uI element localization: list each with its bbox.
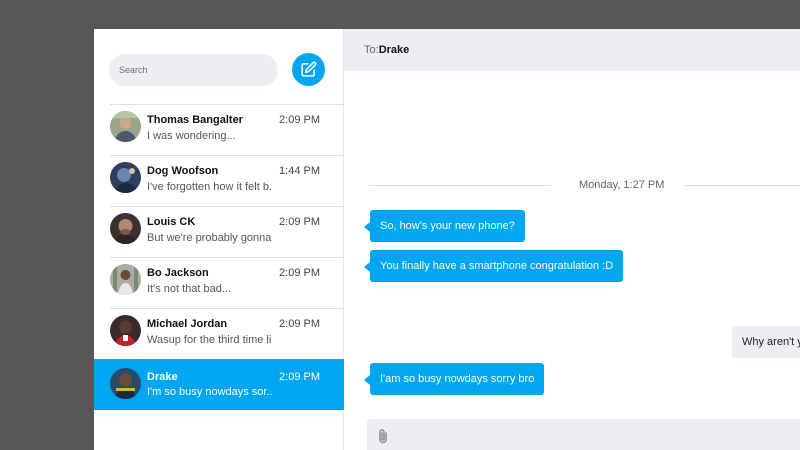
message-bubble-incoming: You finally have a smartphone congratula… xyxy=(363,250,624,282)
message-time: 2:09 PM xyxy=(279,114,320,126)
message-preview: It's not that bad... xyxy=(147,283,232,295)
avatar xyxy=(110,315,141,346)
message-time: 2:09 PM xyxy=(279,318,320,330)
messenger-window: Thomas Bangalter 2:09 PM I was wondering… xyxy=(94,29,800,450)
message-time: 2:09 PM xyxy=(279,216,320,228)
recipient-line: To:Drake xyxy=(364,44,409,56)
message-preview: I'm so busy nowdays sor... xyxy=(147,386,272,398)
conversation-item[interactable]: Louis CK 2:09 PM But we're probably gonn… xyxy=(110,206,344,257)
to-label: To: xyxy=(364,44,379,56)
conversation-item[interactable]: Michael Jordan 2:09 PM Wasup for the thi… xyxy=(110,308,344,359)
recipient-name[interactable]: Drake xyxy=(379,44,410,56)
contact-name: Dog Woofson xyxy=(147,165,219,177)
avatar xyxy=(110,368,141,399)
paperclip-icon xyxy=(379,429,387,444)
message-preview: I was wondering... xyxy=(147,130,236,142)
date-label: Monday, 1:27 PM xyxy=(579,179,665,191)
message-time: 2:09 PM xyxy=(279,371,320,383)
search-row xyxy=(109,53,329,87)
divider-line xyxy=(684,185,800,186)
chat-panel: To:Drake Monday, 1:27 PM So, how's your … xyxy=(344,29,800,450)
conversation-item[interactable]: Bo Jackson 2:09 PM It's not that bad... xyxy=(110,257,344,308)
message-bubble-incoming: I'am so busy nowdays sorry bro xyxy=(363,363,545,395)
avatar xyxy=(110,264,141,295)
message-preview: But we're probably gonna... xyxy=(147,232,272,244)
message-bubble-incoming: So, how's your new phone? xyxy=(364,210,525,242)
compose-icon xyxy=(301,61,317,77)
contact-name: Louis CK xyxy=(147,216,196,228)
avatar xyxy=(110,111,141,142)
attach-button[interactable] xyxy=(377,428,389,449)
message-preview: I've forgotten how it felt b... xyxy=(147,181,272,193)
message-composer[interactable] xyxy=(367,419,800,450)
conversation-list: Thomas Bangalter 2:09 PM I was wondering… xyxy=(94,104,344,410)
conversation-item-active[interactable]: Drake 2:09 PM I'm so busy nowdays sor... xyxy=(94,359,344,410)
message-bubble-outgoing: Why aren't you xyxy=(732,326,800,358)
conversation-item[interactable]: Thomas Bangalter 2:09 PM I was wondering… xyxy=(110,104,344,155)
compose-button[interactable] xyxy=(292,53,325,86)
contact-name: Drake xyxy=(147,371,178,383)
avatar xyxy=(110,162,141,193)
contact-name: Michael Jordan xyxy=(147,318,228,330)
conversation-sidebar: Thomas Bangalter 2:09 PM I was wondering… xyxy=(94,29,344,450)
date-divider: Monday, 1:27 PM xyxy=(369,179,800,193)
contact-name: Thomas Bangalter xyxy=(147,114,243,126)
message-time: 1:44 PM xyxy=(279,165,320,177)
message-time: 2:09 PM xyxy=(279,267,320,279)
search-input[interactable] xyxy=(109,54,278,86)
conversation-item[interactable]: Dog Woofson 1:44 PM I've forgotten how i… xyxy=(110,155,344,206)
chat-header: To:Drake xyxy=(344,29,800,71)
contact-name: Bo Jackson xyxy=(147,267,209,279)
divider-line xyxy=(369,185,551,186)
avatar xyxy=(110,213,141,244)
message-preview: Wasup for the third time li... xyxy=(147,334,272,346)
